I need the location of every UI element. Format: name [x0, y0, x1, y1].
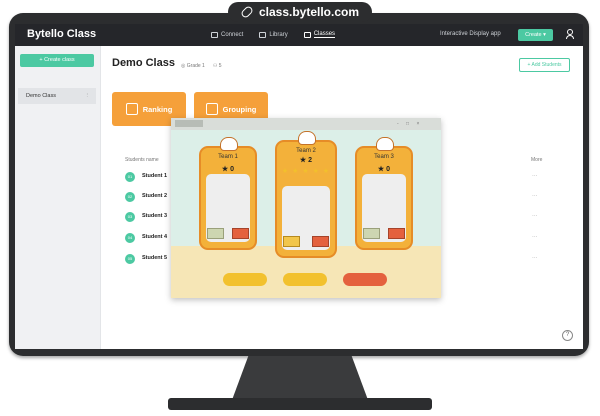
connect-icon	[211, 31, 218, 38]
nav-classes[interactable]: Classes	[303, 31, 336, 38]
team-name: Team 2	[296, 148, 316, 154]
team-3-minus-button[interactable]	[363, 228, 380, 239]
student-name: Student 5	[142, 255, 168, 261]
create-button[interactable]: Create ▾	[518, 29, 553, 41]
game-tab[interactable]	[175, 120, 203, 127]
more-icon[interactable]: ···	[532, 213, 538, 219]
student-count: ⚇ 5	[212, 63, 222, 69]
sidebar-item-demo-class[interactable]: Demo Class ⋮	[18, 88, 96, 104]
page-title: Demo Class	[112, 57, 175, 69]
more-icon[interactable]: ···	[532, 255, 538, 261]
team-3-mascot	[376, 137, 394, 151]
app-screen: Bytello Class Connect Library Classes In…	[15, 24, 583, 349]
team-3-plus-button[interactable]	[388, 228, 405, 239]
team-2-panel[interactable]: Team 2 ★ 2 ★ ★ ★ ★ ★	[275, 131, 337, 258]
game-action-button-2[interactable]	[283, 273, 327, 286]
more-icon[interactable]: ···	[532, 193, 538, 199]
more-icon[interactable]: ⋮	[85, 88, 91, 104]
student-name: Student 3	[142, 213, 168, 219]
sidebar: + Create class Demo Class ⋮	[15, 46, 101, 349]
main-content: Demo Class ◎ Grade 1 ⚇ 5 + Add Students …	[101, 46, 583, 349]
library-icon	[259, 31, 267, 38]
user-icon[interactable]	[566, 29, 574, 39]
student-number: 05	[125, 254, 135, 264]
main-nav: Connect Library Classes	[211, 31, 336, 38]
nav-library[interactable]: Library	[259, 31, 288, 38]
student-number: 01	[125, 172, 135, 182]
student-number: 04	[125, 233, 135, 243]
student-name: Student 4	[142, 234, 168, 240]
game-title-bar: - □ ×	[171, 118, 441, 130]
grade-label: ◎ Grade 1	[181, 63, 205, 69]
interactive-display-link[interactable]: Interactive Display app	[440, 31, 501, 37]
team-name: Team 1	[218, 154, 238, 160]
monitor-stand	[232, 356, 368, 400]
more-icon[interactable]: ···	[532, 234, 538, 240]
team-name: Team 3	[374, 154, 394, 160]
game-action-button-1[interactable]	[223, 273, 267, 286]
team-score: ★ 0	[221, 166, 235, 173]
game-action-button-3[interactable]	[343, 273, 387, 286]
window-controls[interactable]: - □ ×	[397, 121, 422, 127]
group-icon	[205, 103, 218, 115]
team-stars: ★ ★ ★ ★ ★	[281, 168, 331, 175]
team-2-mascot	[298, 131, 316, 145]
url-bar: class.bytello.com	[228, 2, 372, 22]
url-text: class.bytello.com	[258, 5, 360, 19]
student-name: Student 1	[142, 173, 168, 179]
team-3-panel[interactable]: Team 3 ★ 0	[355, 137, 413, 250]
team-score: ★ 0	[377, 166, 391, 173]
student-name: Student 2	[142, 193, 168, 199]
link-icon	[239, 4, 255, 20]
sidebar-item-label: Demo Class	[26, 93, 56, 99]
nav-connect[interactable]: Connect	[211, 31, 243, 38]
team-1-panel[interactable]: Team 1 ★ 0	[199, 137, 257, 250]
team-1-minus-button[interactable]	[207, 228, 224, 239]
add-students-button[interactable]: + Add Students	[519, 58, 570, 72]
classes-icon	[303, 31, 311, 38]
help-icon[interactable]: ?	[562, 330, 573, 341]
team-1-mascot	[220, 137, 238, 151]
student-number: 03	[125, 212, 135, 222]
grouping-label: Grouping	[222, 104, 257, 114]
team-2-minus-button[interactable]	[283, 236, 300, 247]
grouping-game-window: - □ × Team 1 ★ 0 Team 2 ★ 2 ★ ★ ★ ★ ★ Te…	[171, 118, 441, 298]
team-2-plus-button[interactable]	[312, 236, 329, 247]
more-header: More	[531, 157, 543, 163]
brand-logo[interactable]: Bytello Class	[27, 28, 96, 40]
monitor: Bytello Class Connect Library Classes In…	[9, 13, 589, 356]
more-icon[interactable]: ···	[532, 173, 538, 179]
team-1-plus-button[interactable]	[232, 228, 249, 239]
monitor-base	[168, 398, 432, 410]
class-meta: ◎ Grade 1 ⚇ 5	[181, 63, 222, 69]
students-name-header: Students name	[125, 157, 159, 163]
top-bar: Bytello Class Connect Library Classes In…	[15, 24, 583, 46]
student-number: 02	[125, 192, 135, 202]
ranking-label: Ranking	[142, 104, 173, 114]
team-score: ★ 2	[299, 157, 313, 164]
create-class-button[interactable]: + Create class	[20, 54, 94, 67]
shield-icon	[125, 103, 138, 115]
